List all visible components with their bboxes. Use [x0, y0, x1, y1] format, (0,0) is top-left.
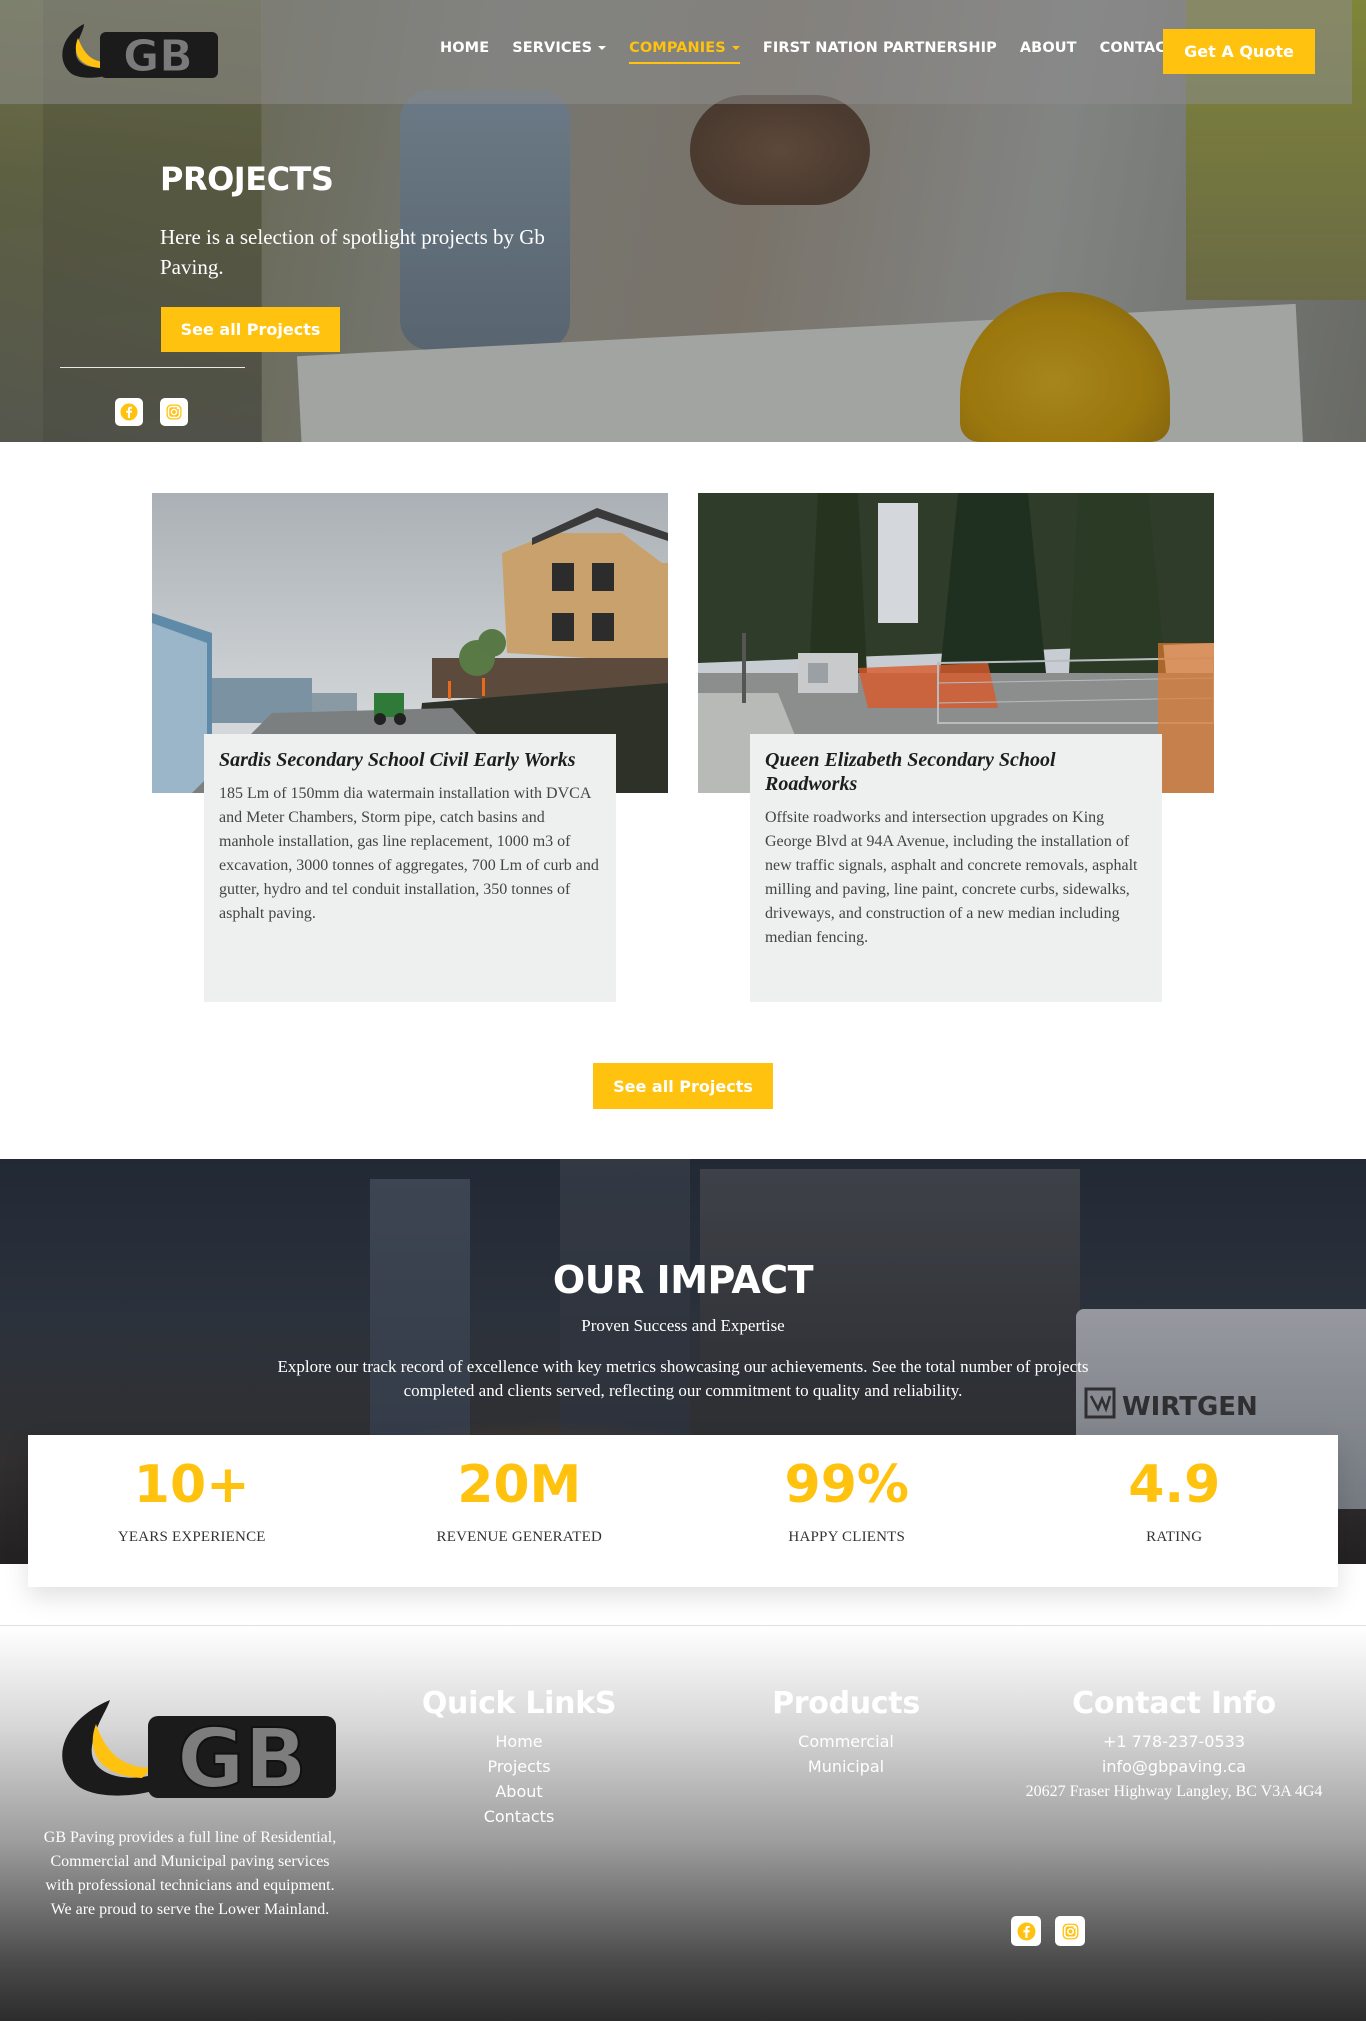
project-description: Offsite roadworks and intersection upgra… — [765, 809, 1138, 946]
instagram-icon[interactable] — [1055, 1916, 1085, 1946]
nav-about[interactable]: ABOUT — [1020, 40, 1077, 64]
impact-title: OUR IMPACT — [552, 1258, 814, 1302]
footer-link-projects[interactable]: Projects — [419, 1754, 619, 1779]
divider — [60, 367, 245, 368]
stat-label: REVENUE GENERATED — [436, 1529, 602, 1545]
footer-email[interactable]: info@gbpaving.ca — [1024, 1754, 1324, 1779]
svg-text:GB: GB — [177, 1712, 307, 1800]
chevron-down-icon — [598, 46, 607, 50]
svg-text:GB: GB — [123, 31, 193, 80]
footer-about: GB Paving provides a full line of Reside… — [43, 1829, 337, 1918]
footer-link-contacts[interactable]: Contacts — [419, 1804, 619, 1829]
footer-heading: Products — [772, 1686, 920, 1721]
page-title: PROJECTS — [160, 160, 334, 198]
hero-subtitle: Here is a selection of spotlight project… — [160, 225, 545, 279]
stat-label: YEARS EXPERIENCE — [117, 1529, 266, 1545]
footer-link-municipal[interactable]: Municipal — [746, 1754, 946, 1779]
stat-years-experience: 10+ YEARS EXPERIENCE — [28, 1435, 356, 1587]
project-title[interactable]: Sardis Secondary School Civil Early Work… — [219, 748, 601, 772]
project-description: 185 Lm of 150mm dia watermain installati… — [219, 785, 599, 922]
stat-revenue-generated: 20M REVENUE GENERATED — [356, 1435, 684, 1587]
see-all-projects-button[interactable]: See all Projects — [593, 1063, 773, 1109]
stat-happy-clients: 99% HAPPY CLIENTS — [683, 1435, 1011, 1587]
get-a-quote-button[interactable]: Get A Quote — [1163, 29, 1315, 74]
footer-link-home[interactable]: Home — [419, 1729, 619, 1754]
impact-subtitle: Proven Success and Expertise — [581, 1316, 785, 1335]
impact-description: Explore our track record of excellence w… — [277, 1357, 1089, 1400]
footer-contact-info: Contact Info +1 778-237-0533 info@gbpavi… — [1024, 1686, 1324, 1804]
stat-label: HAPPY CLIENTS — [788, 1529, 906, 1545]
footer-quick-links: Quick LinkS Home Projects About Contacts — [419, 1686, 619, 1829]
footer-link-commercial[interactable]: Commercial — [746, 1729, 946, 1754]
project-card-queen-elizabeth: Queen Elizabeth Secondary School Roadwor… — [750, 734, 1162, 1002]
stat-rating: 4.9 RATING — [1011, 1435, 1339, 1587]
project-card-sardis: Sardis Secondary School Civil Early Work… — [204, 734, 616, 1002]
gb-logo[interactable]: GB — [54, 22, 220, 80]
stats-panel: 10+ YEARS EXPERIENCE 20M REVENUE GENERAT… — [28, 1435, 1338, 1587]
nav-first-nation-partnership[interactable]: FIRST NATION PARTNERSHIP — [763, 40, 997, 64]
stat-value: 10+ — [133, 1455, 250, 1515]
gb-logo[interactable]: GB — [48, 1696, 338, 1800]
stat-value: 4.9 — [1128, 1455, 1221, 1515]
chevron-down-icon — [731, 46, 740, 50]
see-all-projects-button[interactable]: See all Projects — [161, 307, 340, 352]
footer-address: 20627 Fraser Highway Langley, BC V3A 4G4 — [1025, 1783, 1323, 1800]
site-header: GB HOME SERVICES COMPANIES FIRST NATION … — [0, 0, 1352, 104]
footer-heading: Contact Info — [1072, 1686, 1276, 1721]
facebook-icon[interactable] — [1011, 1916, 1041, 1946]
facebook-icon[interactable] — [115, 398, 143, 426]
nav-companies[interactable]: COMPANIES — [629, 40, 740, 64]
footer-products: Products Commercial Municipal — [746, 1686, 946, 1779]
footer-heading: Quick LinkS — [421, 1686, 617, 1721]
nav-home[interactable]: HOME — [440, 40, 489, 64]
stat-value: 20M — [457, 1455, 582, 1515]
site-footer — [0, 1625, 1366, 2021]
instagram-icon[interactable] — [160, 398, 188, 426]
stat-value: 99% — [784, 1455, 909, 1515]
nav-services[interactable]: SERVICES — [512, 40, 607, 64]
stat-label: RATING — [1146, 1529, 1203, 1545]
footer-link-about[interactable]: About — [419, 1779, 619, 1804]
project-title[interactable]: Queen Elizabeth Secondary School Roadwor… — [765, 748, 1147, 796]
main-nav: HOME SERVICES COMPANIES FIRST NATION PAR… — [440, 40, 1176, 64]
footer-phone[interactable]: +1 778-237-0533 — [1024, 1729, 1324, 1754]
